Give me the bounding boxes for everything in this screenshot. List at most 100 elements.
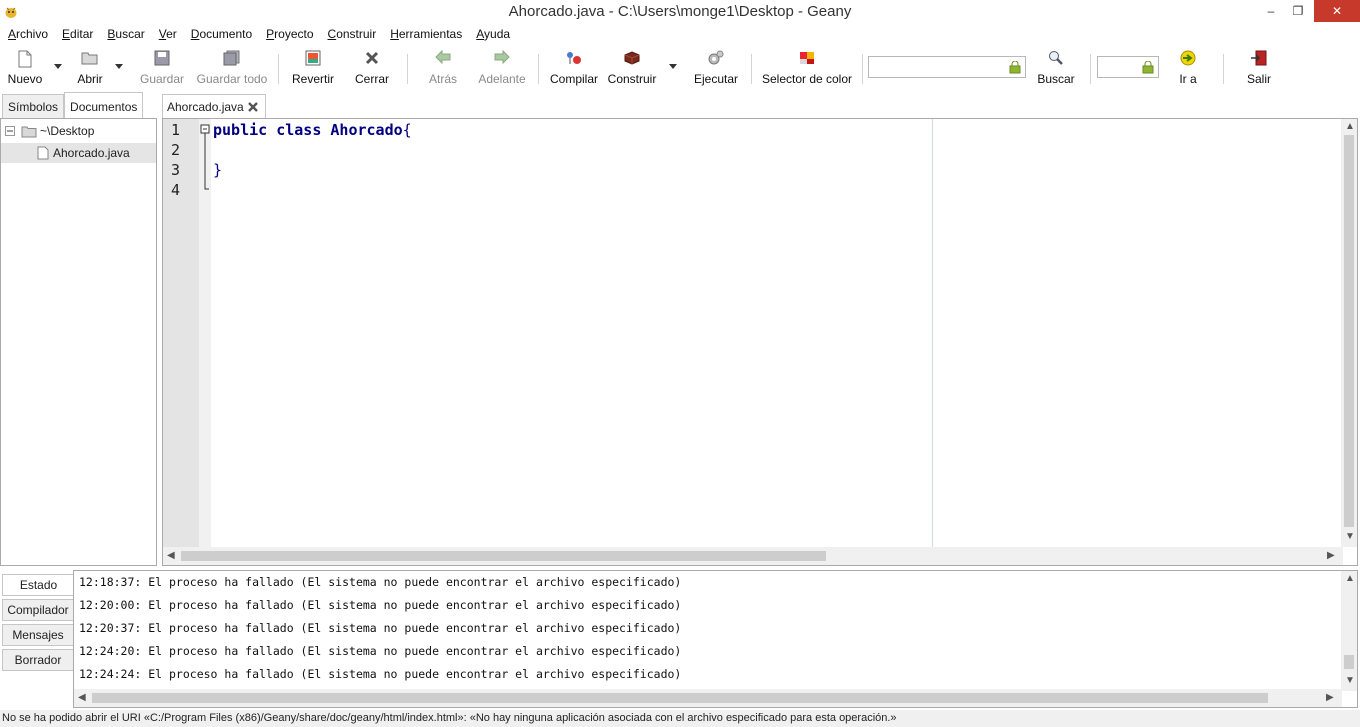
arrow-left-icon (435, 50, 451, 64)
find-button[interactable]: Buscar (1036, 48, 1076, 88)
open-folder-icon (81, 52, 98, 65)
menu-bar: Archivo Editar Buscar Ver Documento Proy… (0, 24, 1360, 44)
exit-door-icon (1251, 50, 1267, 66)
toolbar-separator (407, 54, 408, 84)
close-button[interactable]: ✕ (1314, 0, 1360, 22)
gears-icon (708, 50, 724, 65)
menu-documento[interactable]: Documento (191, 27, 252, 41)
magnifier-icon (1049, 51, 1063, 65)
menu-ver[interactable]: Ver (159, 27, 177, 41)
tab-documents[interactable]: Documentos (64, 92, 144, 118)
save-all-button[interactable]: Guardar todo (196, 48, 268, 88)
tree-file-label: Ahorcado.java (53, 146, 130, 160)
menu-herramientas[interactable]: Herramientas (390, 27, 462, 41)
toolbar-separator (1090, 54, 1091, 84)
log-line: 12:20:00: El proceso ha fallado (El sist… (79, 598, 682, 612)
menu-construir[interactable]: Construir (328, 27, 377, 41)
menu-editar[interactable]: Editar (62, 27, 93, 41)
code-line-1: public class Ahorcado{ (213, 121, 412, 139)
scroll-left-icon[interactable]: ◀ (78, 692, 86, 703)
log-line: 12:18:37: El proceso ha fallado (El sist… (79, 575, 682, 589)
toolbar-separator (278, 54, 279, 84)
search-input[interactable] (868, 56, 1026, 78)
toolbar-separator (538, 54, 539, 84)
status-log[interactable]: 12:18:37: El proceso ha fallado (El sist… (73, 570, 1358, 708)
menu-ayuda[interactable]: Ayuda (476, 27, 510, 41)
menu-buscar[interactable]: Buscar (107, 27, 144, 41)
save-all-icon (223, 50, 240, 66)
line-number: 3 (171, 161, 181, 179)
save-icon (154, 50, 170, 66)
compile-button[interactable]: Compilar (548, 48, 600, 88)
quit-button[interactable]: Salir (1242, 48, 1276, 88)
tab-compiler[interactable]: Compilador (2, 599, 74, 621)
log-horizontal-scrollbar[interactable]: ◀ ▶ (74, 689, 1342, 707)
revert-button[interactable]: Revertir (291, 48, 335, 88)
new-dropdown-arrow[interactable] (54, 64, 62, 69)
scrollbar-thumb[interactable] (92, 693, 1268, 703)
status-text: No se ha podido abrir el URI «C:/Program… (2, 712, 897, 724)
close-x-icon (365, 51, 379, 65)
goto-button[interactable]: Ir a (1172, 48, 1204, 88)
tree-file-row[interactable]: Ahorcado.java (1, 143, 156, 163)
menu-archivo[interactable]: Archivo (8, 27, 48, 41)
scroll-down-icon[interactable]: ▼ (1345, 675, 1355, 686)
minimize-button[interactable]: ‒ (1256, 0, 1286, 22)
minimize-icon: ‒ (1267, 4, 1275, 18)
back-button[interactable]: Atrás (424, 48, 462, 88)
window-title: Ahorcado.java - C:\Users\monge1\Desktop … (508, 3, 852, 20)
long-line-marker (932, 119, 933, 547)
tree-folder-row[interactable]: ~\Desktop (1, 121, 156, 141)
tab-ahorcado-java[interactable]: Ahorcado.java (162, 94, 266, 118)
execute-button[interactable]: Ejecutar (692, 48, 740, 88)
scroll-right-icon[interactable]: ▶ (1326, 692, 1334, 703)
line-number-gutter: 1 2 3 4 (163, 119, 199, 547)
fold-marker-icon[interactable] (199, 119, 211, 199)
color-picker-button[interactable]: Selector de color (760, 48, 854, 88)
sidebar: Símbolos Documentos ~\Desktop Ahorcado.j… (0, 92, 157, 566)
scroll-up-icon[interactable]: ▲ (1345, 121, 1355, 132)
new-button[interactable]: Nuevo (6, 48, 44, 88)
forward-button[interactable]: Adelante (476, 48, 528, 88)
fold-margin (199, 119, 211, 547)
scroll-up-icon[interactable]: ▲ (1345, 573, 1355, 584)
build-button[interactable]: Construir (606, 48, 658, 88)
sidebar-tabs: Símbolos Documentos (2, 92, 144, 118)
scroll-left-icon[interactable]: ◀ (167, 550, 175, 561)
status-bar: No se ha podido abrir el URI «C:/Program… (0, 710, 1360, 727)
tab-scribble[interactable]: Borrador (2, 649, 74, 671)
scroll-right-icon[interactable]: ▶ (1327, 550, 1335, 561)
scrollbar-thumb[interactable] (1344, 135, 1354, 527)
title-bar: Ahorcado.java - C:\Users\monge1\Desktop … (0, 0, 1360, 24)
editor-horizontal-scrollbar[interactable]: ◀ ▶ (163, 547, 1343, 565)
collapse-icon[interactable] (5, 126, 15, 136)
save-button[interactable]: Guardar (140, 48, 184, 88)
tab-messages[interactable]: Mensajes (2, 624, 74, 646)
documents-tree: ~\Desktop Ahorcado.java (0, 118, 157, 566)
clear-entry-icon[interactable] (1142, 61, 1154, 74)
scrollbar-thumb[interactable] (1344, 655, 1354, 669)
open-button[interactable]: Abrir (74, 48, 106, 88)
build-dropdown-arrow[interactable] (669, 64, 677, 69)
tab-symbols[interactable]: Símbolos (2, 94, 65, 118)
editor-vertical-scrollbar[interactable]: ▲ ▼ (1341, 119, 1357, 547)
goto-line-input[interactable] (1097, 56, 1159, 78)
goto-arrow-icon (1180, 50, 1196, 66)
close-file-button[interactable]: Cerrar (352, 48, 392, 88)
menu-proyecto[interactable]: Proyecto (266, 27, 313, 41)
toolbar-separator (862, 54, 863, 84)
code-editor[interactable]: 1 2 3 4 public class Ahorcado{ } ▲ ▼ ◀ ▶ (162, 118, 1358, 566)
scrollbar-thumb[interactable] (181, 551, 826, 561)
open-dropdown-arrow[interactable] (115, 64, 123, 69)
tab-label: Ahorcado.java (167, 100, 244, 114)
toolbar-separator (1223, 54, 1224, 84)
close-tab-icon[interactable] (247, 101, 259, 113)
scroll-down-icon[interactable]: ▼ (1345, 531, 1355, 542)
line-number: 2 (171, 141, 181, 159)
folder-icon (21, 126, 37, 137)
tab-status[interactable]: Estado (2, 574, 74, 596)
clear-entry-icon[interactable] (1009, 61, 1021, 74)
log-line: 12:24:20: El proceso ha fallado (El sist… (79, 644, 682, 658)
restore-button[interactable]: ❐ (1283, 0, 1313, 22)
log-vertical-scrollbar[interactable]: ▲ ▼ (1341, 571, 1357, 691)
